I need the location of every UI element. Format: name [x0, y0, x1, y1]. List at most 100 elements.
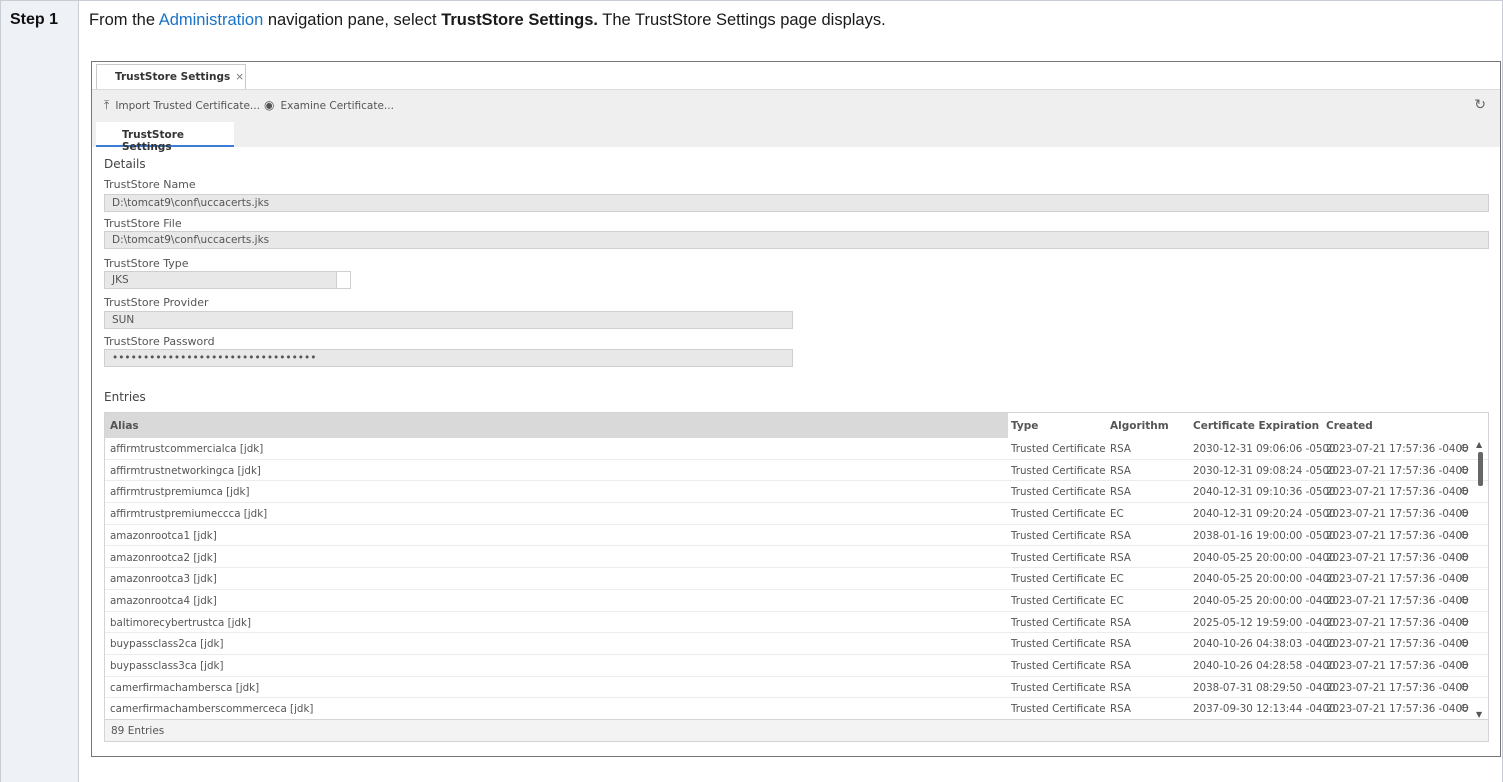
table-body: affirmtrustcommercialca [jdk] Trusted Cer…	[105, 438, 1488, 721]
cell-type: Trusted Certificate	[1011, 681, 1106, 694]
instruction-text: From the Administration navigation pane,…	[89, 11, 886, 30]
import-label: Import Trusted Certificate...	[115, 100, 260, 112]
scroll-up-icon[interactable]: ▲	[1476, 440, 1482, 449]
cell-created: 2023-07-21 17:57:36 -0400	[1326, 486, 1469, 499]
cell-created: 2023-07-21 17:57:36 -0400	[1326, 681, 1469, 694]
cell-type: Trusted Certificate	[1011, 443, 1106, 455]
instruction-bold: TrustStore Settings.	[441, 11, 598, 29]
truststore-name-field[interactable]: D:\tomcat9\conf\uccacerts.jks	[104, 194, 1489, 212]
scroll-down-icon[interactable]: ▼	[1476, 710, 1482, 719]
truststore-provider-field[interactable]: SUN	[104, 311, 793, 329]
tab-bar: TrustStore Settings ×	[92, 62, 1500, 89]
cell-expiration: 2040-12-31 09:20:24 -0500	[1193, 508, 1336, 521]
truststore-file-field[interactable]: D:\tomcat9\conf\uccacerts.jks	[104, 231, 1489, 249]
cell-expiration: 2037-09-30 12:13:44 -0400	[1193, 703, 1336, 716]
administration-link[interactable]: Administration	[159, 11, 264, 29]
cell-alias: amazonrootca3 [jdk]	[110, 573, 217, 586]
table-row[interactable]: baltimorecybertrustca [jdk] Trusted Certi…	[105, 612, 1488, 634]
remove-circle-icon[interactable]: ⊖	[1460, 484, 1469, 497]
cell-alias: amazonrootca2 [jdk]	[110, 551, 217, 564]
entries-count: 89 Entries	[105, 719, 1488, 741]
cell-alias: buypassclass2ca [jdk]	[110, 638, 224, 651]
cell-algorithm: RSA	[1110, 443, 1131, 455]
truststore-password-field[interactable]: •••••••••••••••••••••••••••••••••	[104, 349, 793, 367]
remove-circle-icon[interactable]: ⊖	[1460, 441, 1469, 454]
remove-circle-icon[interactable]: ⊖	[1460, 528, 1469, 541]
cell-type: Trusted Certificate	[1011, 616, 1106, 629]
cell-algorithm: RSA	[1110, 681, 1131, 694]
table-row[interactable]: amazonrootca1 [jdk] Trusted Certificate RS…	[105, 525, 1488, 547]
table-scrollbar[interactable]: ▲ ▼	[1474, 438, 1488, 721]
truststore-provider-label: TrustStore Provider	[104, 296, 209, 309]
cell-type: Trusted Certificate	[1011, 551, 1106, 564]
cell-algorithm: RSA	[1110, 703, 1131, 716]
cell-type: Trusted Certificate	[1011, 638, 1106, 651]
table-row[interactable]: amazonrootca2 [jdk] Trusted Certificate RS…	[105, 547, 1488, 569]
details-heading: Details	[104, 157, 146, 171]
tab-truststore-settings[interactable]: TrustStore Settings ×	[96, 64, 246, 89]
remove-circle-icon[interactable]: ⊖	[1460, 680, 1469, 693]
cell-created: 2023-07-21 17:57:36 -0400	[1326, 660, 1469, 672]
truststore-type-value: JKS	[112, 274, 129, 286]
table-row[interactable]: affirmtrustpremiumca [jdk] Trusted Certif…	[105, 481, 1488, 504]
truststore-type-select[interactable]: JKS	[104, 271, 351, 289]
remove-circle-icon[interactable]: ⊖	[1460, 615, 1469, 628]
cell-type: Trusted Certificate	[1011, 464, 1106, 477]
remove-circle-icon[interactable]: ⊖	[1460, 506, 1469, 519]
table-row[interactable]: affirmtrustpremiumeccca [jdk] Trusted Cer…	[105, 503, 1488, 525]
cell-created: 2023-07-21 17:57:36 -0400	[1326, 616, 1469, 629]
truststore-type-label: TrustStore Type	[104, 257, 189, 270]
entries-heading: Entries	[104, 390, 146, 404]
table-row[interactable]: buypassclass3ca [jdk] Trusted Certificate…	[105, 655, 1488, 677]
table-header: Alias Type Algorithm Certificate Expirat…	[105, 413, 1488, 438]
cell-alias: affirmtrustpremiumca [jdk]	[110, 486, 250, 499]
cell-alias: camerfirmachambersca [jdk]	[110, 681, 260, 694]
table-row[interactable]: amazonrootca3 [jdk] Trusted Certificate EC…	[105, 568, 1488, 590]
cell-type: Trusted Certificate	[1011, 660, 1106, 672]
entries-table: Alias Type Algorithm Certificate Expirat…	[104, 412, 1489, 742]
refresh-icon[interactable]: ↻	[1474, 97, 1486, 113]
column-header-algorithm[interactable]: Algorithm	[1110, 420, 1169, 432]
remove-circle-icon[interactable]: ⊖	[1460, 550, 1469, 563]
column-header-expiration[interactable]: Certificate Expiration	[1193, 420, 1319, 432]
cell-algorithm: RSA	[1110, 529, 1131, 542]
subtab-truststore-settings[interactable]: TrustStore Settings	[96, 122, 234, 153]
remove-circle-icon[interactable]: ⊖	[1460, 593, 1469, 606]
cell-alias: baltimorecybertrustca [jdk]	[110, 616, 251, 629]
cell-created: 2023-07-21 17:57:36 -0400	[1326, 529, 1469, 542]
cell-created: 2023-07-21 17:57:36 -0400	[1326, 551, 1469, 564]
import-certificate-button[interactable]: ⤒ Import Trusted Certificate...	[104, 98, 260, 113]
remove-circle-icon[interactable]: ⊖	[1460, 658, 1469, 671]
cell-created: 2023-07-21 17:57:36 -0400	[1326, 508, 1469, 521]
dropdown-icon[interactable]	[336, 271, 351, 289]
table-row[interactable]: affirmtrustnetworkingca [jdk] Trusted Cer…	[105, 460, 1488, 482]
table-row[interactable]: amazonrootca4 [jdk] Trusted Certificate EC…	[105, 590, 1488, 612]
cell-created: 2023-07-21 17:57:36 -0400	[1326, 464, 1469, 477]
cell-alias: buypassclass3ca [jdk]	[110, 660, 224, 672]
column-header-type[interactable]: Type	[1011, 420, 1038, 432]
table-row[interactable]: affirmtrustcommercialca [jdk] Trusted Cer…	[105, 438, 1488, 460]
close-icon[interactable]: ×	[235, 71, 244, 83]
table-row[interactable]: camerfirmachamberscommerceca [jdk] Truste…	[105, 698, 1488, 721]
scroll-thumb[interactable]	[1478, 452, 1483, 486]
cell-algorithm: RSA	[1110, 486, 1131, 499]
cell-alias: affirmtrustpremiumeccca [jdk]	[110, 508, 268, 521]
truststore-password-label: TrustStore Password	[104, 335, 215, 348]
table-row[interactable]: camerfirmachambersca [jdk] Trusted Certif…	[105, 677, 1488, 699]
cell-expiration: 2038-07-31 08:29:50 -0400	[1193, 681, 1336, 694]
remove-circle-icon[interactable]: ⊖	[1460, 463, 1469, 476]
truststore-file-label: TrustStore File	[104, 217, 182, 230]
cell-algorithm: RSA	[1110, 464, 1131, 477]
examine-certificate-button[interactable]: ◉ Examine Certificate...	[264, 98, 394, 112]
remove-circle-icon[interactable]: ⊖	[1460, 701, 1469, 714]
column-header-created[interactable]: Created	[1326, 420, 1373, 432]
cell-type: Trusted Certificate	[1011, 486, 1106, 499]
step-cell: Step 1	[1, 1, 79, 782]
remove-circle-icon[interactable]: ⊖	[1460, 636, 1469, 649]
column-header-alias[interactable]: Alias	[105, 413, 1008, 438]
toolbar: ⤒ Import Trusted Certificate... ◉ Examine …	[92, 89, 1500, 121]
cell-alias: affirmtrustcommercialca [jdk]	[110, 443, 264, 455]
remove-circle-icon[interactable]: ⊖	[1460, 571, 1469, 584]
cell-type: Trusted Certificate	[1011, 508, 1106, 521]
table-row[interactable]: buypassclass2ca [jdk] Trusted Certificate…	[105, 633, 1488, 655]
